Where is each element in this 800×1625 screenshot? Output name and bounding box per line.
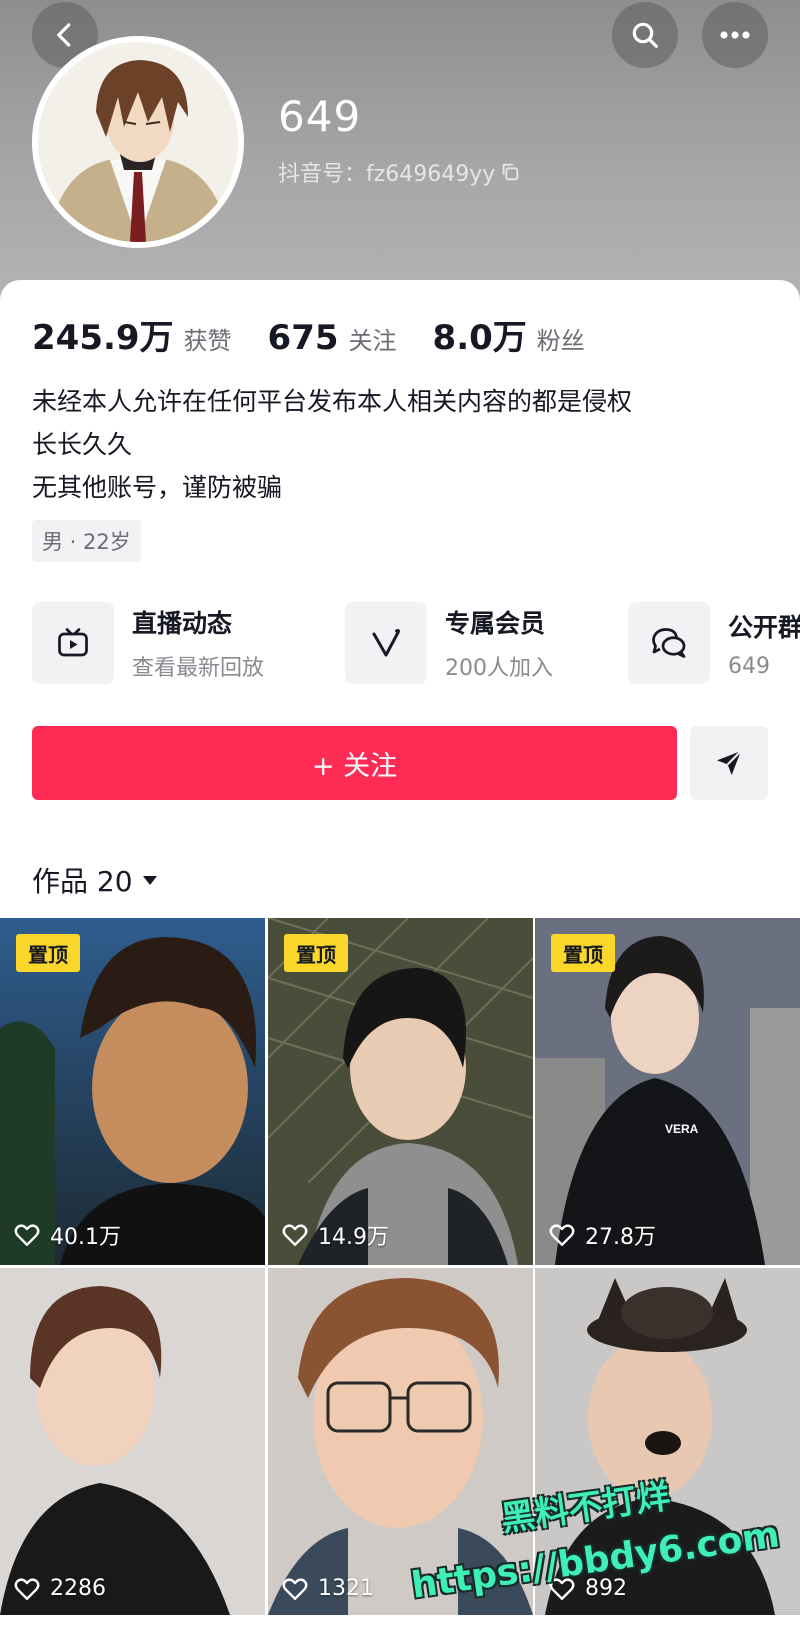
search-button[interactable] xyxy=(612,2,678,68)
bio-line: 无其他账号，谨防被骗 xyxy=(32,473,283,502)
video-likes-count: 27.8万 xyxy=(585,1225,656,1250)
feature-membership-icon-box xyxy=(345,602,427,684)
copy-icon[interactable] xyxy=(499,161,521,183)
video-likes: 2286 xyxy=(14,1576,106,1601)
feature-live-icon-box xyxy=(32,602,114,684)
search-icon xyxy=(632,22,658,48)
more-dots-icon xyxy=(720,31,750,39)
pinned-badge: 置顶 xyxy=(16,934,80,972)
feature-group-icon-box xyxy=(628,602,710,684)
feature-live[interactable]: 直播动态 查看最新回放 xyxy=(32,602,264,684)
video-likes-count: 40.1万 xyxy=(50,1225,121,1250)
works-tab[interactable]: 作品 20 xyxy=(32,860,159,900)
heart-icon xyxy=(14,1577,40,1600)
jacket-logo-text: VERA xyxy=(665,1122,699,1136)
feature-group-subtitle: 649 xyxy=(728,653,770,679)
heart-icon xyxy=(14,1224,40,1246)
video-tile[interactable]: VERA 置顶 27.8万 xyxy=(535,918,800,1265)
stat-following-value: 675 xyxy=(267,318,339,358)
gender-age-tag: 男 · 22岁 xyxy=(32,520,141,562)
chevron-left-icon xyxy=(57,23,71,47)
stat-followers[interactable]: 8.0万 粉丝 xyxy=(433,310,585,359)
avatar[interactable] xyxy=(32,36,244,248)
chat-icon xyxy=(652,628,686,658)
profile-nickname: 649 xyxy=(278,92,362,141)
caret-down-icon xyxy=(142,876,157,885)
v-icon xyxy=(372,629,400,657)
video-likes-count: 1321 xyxy=(318,1576,374,1601)
video-likes: 1321 xyxy=(282,1576,374,1601)
video-likes: 14.9万 xyxy=(282,1219,389,1251)
video-thumbnail xyxy=(0,1268,265,1615)
video-likes: 27.8万 xyxy=(549,1219,656,1251)
feature-group[interactable]: 公开群 649 xyxy=(628,602,800,684)
profile-card: 245.9万 获赞 675 关注 8.0万 粉丝 未经本人允许在任何平台发布本人… xyxy=(0,280,800,1625)
heart-icon xyxy=(282,1577,308,1600)
anime-character-avatar-image xyxy=(38,42,238,242)
video-tile[interactable]: 置顶 40.1万 xyxy=(0,918,265,1265)
douyin-id: 抖音号：fz649649yy xyxy=(278,156,521,188)
send-icon xyxy=(717,750,742,775)
video-tile[interactable]: 置顶 14.9万 xyxy=(268,918,533,1265)
feature-live-title: 直播动态 xyxy=(132,609,233,638)
feature-live-subtitle: 查看最新回放 xyxy=(132,656,265,681)
video-likes-count: 14.9万 xyxy=(318,1225,389,1250)
stats-row: 245.9万 获赞 675 关注 8.0万 粉丝 xyxy=(32,310,621,359)
stat-likes-value: 245.9万 xyxy=(32,318,174,358)
feature-group-title: 公开群 xyxy=(728,612,800,642)
more-options-button[interactable] xyxy=(702,2,768,68)
feature-membership-subtitle: 200人加入 xyxy=(445,656,553,681)
stat-followers-label: 粉丝 xyxy=(536,327,585,355)
bio: 未经本人允许在任何平台发布本人相关内容的都是侵权 长长久久 无其他账号，谨防被骗 xyxy=(32,380,632,509)
video-likes: 40.1万 xyxy=(14,1219,121,1251)
feature-membership-title: 专属会员 xyxy=(445,609,546,638)
douyin-id-text: 抖音号：fz649649yy xyxy=(278,162,496,187)
follow-button[interactable]: + 关注 xyxy=(32,726,677,800)
stat-followers-value: 8.0万 xyxy=(432,318,527,358)
heart-icon xyxy=(282,1224,308,1246)
feature-membership[interactable]: 专属会员 200人加入 xyxy=(345,602,553,684)
stat-following[interactable]: 675 关注 xyxy=(268,318,397,358)
stat-likes[interactable]: 245.9万 获赞 xyxy=(32,310,232,359)
stat-following-label: 关注 xyxy=(348,327,397,355)
pinned-badge: 置顶 xyxy=(551,934,615,972)
share-button[interactable] xyxy=(690,726,768,800)
video-tile[interactable]: 2286 xyxy=(0,1268,265,1615)
heart-icon xyxy=(549,1224,575,1246)
works-tab-label: 作品 20 xyxy=(32,865,133,898)
pinned-badge: 置顶 xyxy=(284,934,348,972)
stat-likes-label: 获赞 xyxy=(183,327,232,355)
bio-line: 未经本人允许在任何平台发布本人相关内容的都是侵权 xyxy=(32,387,633,416)
bio-line: 长长久久 xyxy=(32,430,133,459)
tv-icon xyxy=(58,628,88,657)
video-likes-count: 2286 xyxy=(50,1576,106,1601)
